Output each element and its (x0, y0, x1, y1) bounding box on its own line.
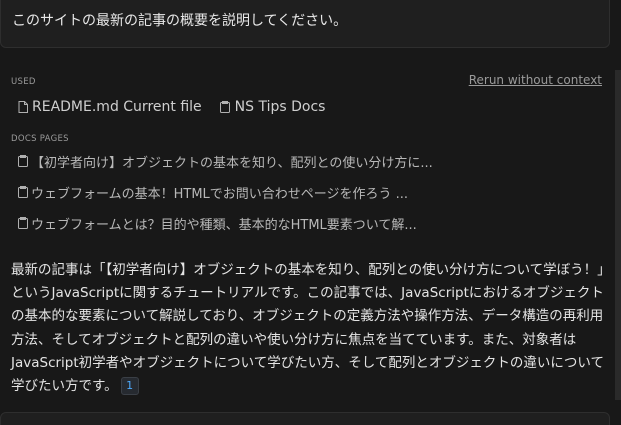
used-section-label: USED (11, 77, 36, 87)
citation-badge[interactable]: 1 (120, 377, 139, 396)
next-message-box (0, 412, 610, 425)
file-icon (17, 101, 28, 114)
docs-icon (220, 101, 231, 114)
scrollbar[interactable] (615, 70, 621, 400)
user-message-text: このサイトの最新の記事の概要を説明してください。 (12, 13, 348, 29)
used-item-ns-tips-docs[interactable]: NS Tips Docs (220, 99, 326, 115)
assistant-answer-text: 最新の記事は「【初学者向け】オブジェクトの基本を知り、配列との使い分け方について… (11, 262, 604, 395)
docs-pages-section-label: DOCS PAGES (11, 134, 69, 144)
docs-page-label: 【初学者向け】オブジェクトの基本を知り、配列との使い分け方に... (31, 155, 433, 171)
used-item-label: README.md Current file (32, 99, 202, 115)
docs-icon (17, 186, 28, 199)
rerun-without-context-link[interactable]: Rerun without context (469, 73, 602, 87)
docs-page-item[interactable]: ウェブフォームとは？目的や種類、基本的なHTML要素ついて解... (17, 213, 433, 233)
assistant-answer: 最新の記事は「【初学者向け】オブジェクトの基本を知り、配列との使い分け方について… (11, 259, 607, 398)
docs-pages-list: 【初学者向け】オブジェクトの基本を知り、配列との使い分け方に... ウェブフォー… (17, 151, 433, 244)
chat-panel: このサイトの最新の記事の概要を説明してください。 USED Rerun with… (0, 0, 621, 425)
used-item-readme[interactable]: README.md Current file (17, 99, 202, 115)
docs-page-item[interactable]: 【初学者向け】オブジェクトの基本を知り、配列との使い分け方に... (17, 151, 433, 171)
docs-page-label: ウェブフォームとは？目的や種類、基本的なHTML要素ついて解... (31, 217, 417, 233)
docs-icon (17, 217, 28, 230)
docs-icon (17, 155, 28, 168)
user-message: このサイトの最新の記事の概要を説明してください。 (0, 0, 610, 48)
used-context-list: README.md Current file NS Tips Docs (17, 99, 325, 115)
docs-page-label: ウェブフォームの基本！HTMLでお問い合わせページを作ろう ... (31, 186, 409, 202)
docs-page-item[interactable]: ウェブフォームの基本！HTMLでお問い合わせページを作ろう ... (17, 182, 433, 202)
used-item-label: NS Tips Docs (234, 99, 326, 115)
